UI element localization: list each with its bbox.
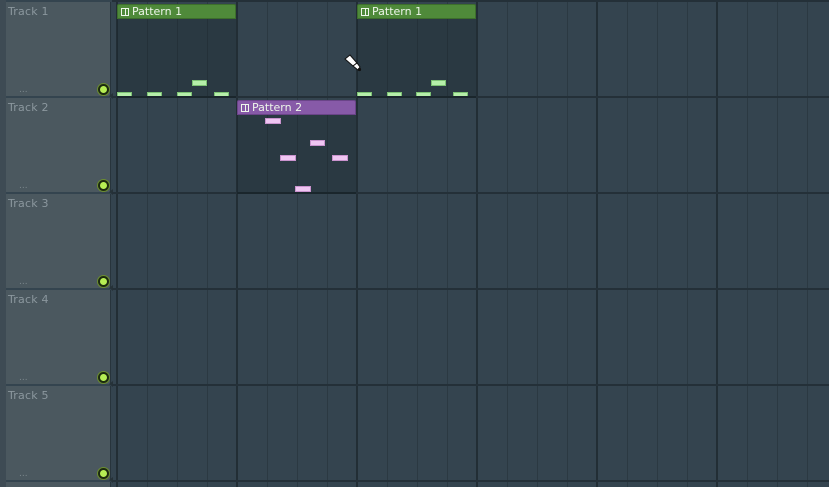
mute-led-icon[interactable]	[98, 468, 109, 479]
pattern-note	[192, 80, 207, 86]
pattern-clip-body[interactable]	[237, 115, 356, 193]
track-options-dots[interactable]: ...	[19, 470, 28, 479]
pattern-clip-header[interactable]: Pattern 1	[357, 4, 476, 19]
mute-led-icon[interactable]	[98, 372, 109, 383]
playlist-grid[interactable]: Pattern 1 Pattern 2 Pattern 1	[112, 0, 829, 487]
track-name: Track 4	[8, 293, 49, 306]
track-options-dots[interactable]: ...	[19, 278, 28, 287]
pattern-label: Pattern 2	[252, 101, 303, 114]
track-divider	[112, 192, 829, 194]
pattern-label: Pattern 1	[132, 5, 183, 18]
track-header-2[interactable]: Track 2 ...	[6, 98, 111, 192]
track-header-5[interactable]: Track 5 ...	[6, 386, 111, 480]
track-options-dots[interactable]: ...	[19, 182, 28, 191]
track-divider	[112, 384, 829, 386]
pattern-note	[310, 140, 325, 146]
pattern-clip-header[interactable]: Pattern 1	[117, 4, 236, 19]
pattern-clip-icon	[241, 104, 249, 112]
pattern-clip-icon	[121, 8, 129, 16]
pattern-clip-body[interactable]	[117, 18, 236, 98]
mute-led-icon[interactable]	[98, 180, 109, 191]
track-name: Track 5	[8, 389, 49, 402]
pattern-clip-edge	[237, 192, 356, 194]
track-name: Track 1	[8, 5, 49, 18]
pattern-note	[265, 118, 281, 124]
track-name: Track 2	[8, 101, 49, 114]
track-divider	[112, 480, 829, 482]
paint-brush-cursor-icon	[344, 54, 362, 72]
pattern-clip-body[interactable]	[357, 18, 476, 98]
pattern-note	[280, 155, 296, 161]
mute-led-icon[interactable]	[98, 276, 109, 287]
track-header-3[interactable]: Track 3 ...	[6, 194, 111, 288]
pattern-clip-edge	[357, 96, 476, 98]
track-header-4[interactable]: Track 4 ...	[6, 290, 111, 384]
pattern-note	[332, 155, 348, 161]
playlist-window: Track 1 ... Track 2 ... Track 3 ... Trac…	[0, 0, 829, 487]
track-divider	[112, 0, 829, 2]
pattern-clip-header[interactable]: Pattern 2	[237, 100, 356, 115]
pattern-note	[431, 80, 446, 86]
track-header-6[interactable]	[6, 482, 111, 487]
track-divider	[112, 288, 829, 290]
pattern-clip-edge	[117, 96, 236, 98]
track-options-dots[interactable]: ...	[19, 86, 28, 95]
pattern-label: Pattern 1	[372, 5, 423, 18]
track-header-1[interactable]: Track 1 ...	[6, 2, 111, 96]
mute-led-icon[interactable]	[98, 84, 109, 95]
track-options-dots[interactable]: ...	[19, 374, 28, 383]
track-name: Track 3	[8, 197, 49, 210]
pattern-clip-icon	[361, 8, 369, 16]
